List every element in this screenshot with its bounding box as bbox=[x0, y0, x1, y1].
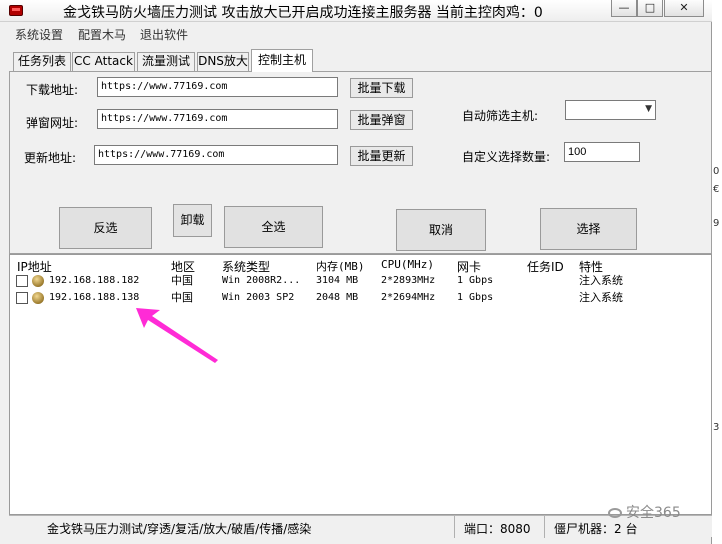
select-button[interactable]: 选择 bbox=[540, 208, 637, 250]
annotation-arrow-icon bbox=[136, 308, 218, 363]
wechat-icon bbox=[608, 508, 622, 518]
row-checkbox[interactable] bbox=[16, 292, 28, 304]
edge-mark: € bbox=[713, 184, 720, 195]
batch-popup-button[interactable]: 批量弹窗 bbox=[350, 110, 413, 130]
auto-filter-label: 自动筛选主机: bbox=[462, 109, 539, 123]
cell-feature: 注入系统 bbox=[579, 274, 623, 287]
title-bar[interactable]: 金戈铁马防火墙压力测试 攻击放大已开启成功连接主服务器 当前主控肉鸡：0 — □… bbox=[0, 0, 712, 22]
cell-cpu: 2*2893MHz bbox=[381, 275, 436, 286]
close-button[interactable]: ✕ bbox=[664, 0, 704, 17]
status-divider bbox=[454, 516, 455, 538]
download-label: 下载地址: bbox=[26, 83, 79, 97]
background-window-edge: 0 € 9 3 bbox=[712, 0, 722, 544]
column-memory[interactable]: 内存(MB) bbox=[316, 258, 365, 274]
cancel-button[interactable]: 取消 bbox=[396, 209, 486, 251]
cell-memory: 2048 MB bbox=[316, 292, 359, 303]
select-all-button[interactable]: 全选 bbox=[224, 206, 323, 248]
status-bots: 僵尸机器：2 台 bbox=[554, 522, 638, 536]
edge-mark: 3 bbox=[713, 422, 720, 433]
menu-bar: 系统设置 配置木马 退出软件 bbox=[0, 22, 712, 42]
batch-update-button[interactable]: 批量更新 bbox=[350, 146, 413, 166]
cell-memory: 3104 MB bbox=[316, 275, 359, 286]
cell-cpu: 2*2694MHz bbox=[381, 292, 436, 303]
menu-configure-trojan[interactable]: 配置木马 bbox=[78, 26, 126, 43]
tab-control-host[interactable]: 控制主机 bbox=[251, 49, 313, 72]
download-url-input[interactable]: https://www.77169.com bbox=[97, 77, 338, 97]
cell-ip: 192.168.188.182 bbox=[49, 275, 140, 286]
host-icon bbox=[32, 292, 44, 304]
watermark: 安全365 bbox=[608, 502, 681, 522]
update-label: 更新地址: bbox=[24, 151, 77, 165]
cell-os: Win 2008R2... bbox=[222, 275, 301, 286]
auto-filter-select[interactable]: ▼ bbox=[565, 100, 656, 120]
host-icon bbox=[32, 275, 44, 287]
cell-os: Win 2003 SP2 bbox=[222, 292, 295, 303]
maximize-button[interactable]: □ bbox=[637, 0, 663, 17]
cell-feature: 注入系统 bbox=[579, 291, 623, 304]
chevron-down-icon: ▼ bbox=[645, 104, 652, 114]
tab-traffic-test[interactable]: 流量测试 bbox=[137, 52, 195, 71]
custom-count-label: 自定义选择数量: bbox=[462, 150, 551, 164]
table-row[interactable]: 192.168.188.138 中国 Win 2003 SP2 2048 MB … bbox=[10, 290, 710, 306]
uninstall-button[interactable]: 卸载 bbox=[173, 204, 212, 237]
menu-exit[interactable]: 退出软件 bbox=[140, 26, 188, 43]
app-window: 金戈铁马防火墙压力测试 攻击放大已开启成功连接主服务器 当前主控肉鸡：0 — □… bbox=[0, 0, 712, 544]
cell-nic: 1 Gbps bbox=[457, 292, 494, 303]
status-bar: 金戈铁马压力测试/穿透/复活/放大/破盾/传播/感染 端口：8080 僵尸机器：… bbox=[9, 515, 712, 538]
window-title: 金戈铁马防火墙压力测试 攻击放大已开启成功连接主服务器 当前主控肉鸡：0 bbox=[63, 5, 543, 21]
edge-mark: 0 bbox=[713, 166, 720, 177]
table-row[interactable]: 192.168.188.182 中国 Win 2008R2... 3104 MB… bbox=[10, 273, 710, 289]
cell-nic: 1 Gbps bbox=[457, 275, 494, 286]
app-icon bbox=[9, 5, 23, 16]
arrow-shape bbox=[136, 308, 218, 363]
update-url-input[interactable]: https://www.77169.com bbox=[94, 145, 338, 165]
host-list[interactable]: IP地址 地区 系统类型 内存(MB) CPU(MHz) 网卡 任务ID 特性 … bbox=[9, 254, 712, 515]
batch-download-button[interactable]: 批量下载 bbox=[350, 78, 413, 98]
popup-label: 弹窗网址: bbox=[26, 116, 79, 130]
watermark-text: 安全365 bbox=[626, 505, 681, 521]
invert-selection-button[interactable]: 反选 bbox=[59, 207, 152, 249]
cell-region: 中国 bbox=[171, 274, 193, 287]
custom-count-input[interactable]: 100 bbox=[564, 142, 640, 162]
menu-system-settings[interactable]: 系统设置 bbox=[15, 26, 63, 43]
tab-dns-amplify[interactable]: DNS放大 bbox=[197, 52, 249, 71]
tab-cc-attack[interactable]: CC Attack bbox=[72, 52, 135, 71]
row-checkbox[interactable] bbox=[16, 275, 28, 287]
tab-task-list[interactable]: 任务列表 bbox=[13, 52, 71, 71]
status-product: 金戈铁马压力测试/穿透/复活/放大/破盾/传播/感染 bbox=[47, 522, 312, 536]
minimize-button[interactable]: — bbox=[611, 0, 637, 17]
edge-mark: 9 bbox=[713, 218, 720, 229]
column-cpu[interactable]: CPU(MHz) bbox=[381, 258, 434, 271]
status-port: 端口：8080 bbox=[464, 522, 531, 536]
status-divider bbox=[544, 516, 545, 538]
popup-url-input[interactable]: https://www.77169.com bbox=[97, 109, 338, 129]
